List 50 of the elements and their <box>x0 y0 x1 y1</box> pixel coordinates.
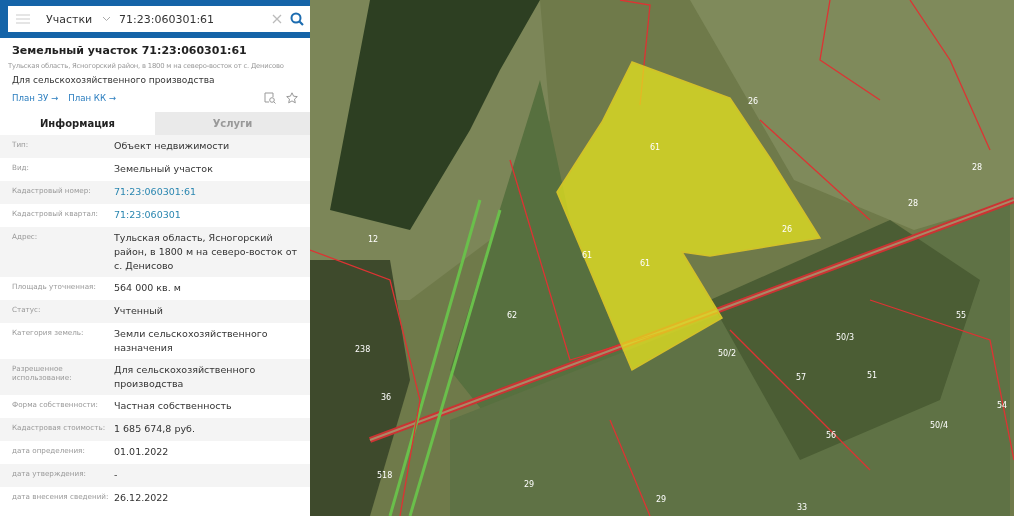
parcel-number-label: 54 <box>997 401 1008 410</box>
parcel-title: Земельный участок 71:23:060301:61 <box>12 44 248 57</box>
parcel-number-label: 28 <box>908 199 919 208</box>
field-value: Тульская область, Ясногорский район, в 1800 м на северо-восток от с. Денисово <box>114 231 298 273</box>
parcel-number-label: 61 <box>650 143 661 152</box>
parcel-number-label: 61 <box>640 259 651 268</box>
parcel-number-label: 62 <box>507 311 518 320</box>
parcel-number-label: 57 <box>796 373 807 382</box>
parcel-number-label: 238 <box>355 345 371 354</box>
selected-parcel[interactable] <box>556 61 822 372</box>
parcel-number-label: 50/4 <box>930 421 948 430</box>
field-value: Объект недвижимости <box>114 139 231 153</box>
field-value-link[interactable]: 71:23:060301:61 <box>114 185 299 199</box>
plan-link[interactable]: План ЗУ → <box>12 93 59 103</box>
parcel-number-label: 56 <box>826 431 837 440</box>
field-value: Частная собственность <box>114 399 233 413</box>
field-value: 1 685 674,8 руб. <box>114 422 196 436</box>
parcel-number-label: 55 <box>956 311 967 320</box>
field-value: 01.01.2022 <box>114 445 170 459</box>
parcel-number-label: 50/3 <box>836 333 854 342</box>
search-field[interactable]: Участки 71:23:060301:61 <box>8 6 312 32</box>
field-value: Земли сельскохозяйственного назначения <box>114 327 269 355</box>
parcel-number-label: 50/2 <box>718 349 736 358</box>
parcel-number-label: 36 <box>381 393 392 402</box>
parcel-number-label: 29 <box>656 495 667 504</box>
plan-link[interactable]: План КК → <box>68 93 116 103</box>
close-icon[interactable] <box>272 14 282 24</box>
field-value: - <box>114 468 119 482</box>
parcel-number-label: 33 <box>797 503 808 512</box>
parcel-purpose: Для сельскохозяйственного производства <box>12 75 216 85</box>
layer-dropdown[interactable]: Участки <box>46 12 94 26</box>
parcel-number-label: 26 <box>782 225 793 234</box>
parcel-number-label: 28 <box>972 163 983 172</box>
field-value: 26.12.2022 <box>114 491 170 505</box>
parcel-number-label: 51 <box>867 371 878 380</box>
parcel-number-label: 518 <box>377 471 393 480</box>
star-icon[interactable] <box>286 92 298 104</box>
parcel-number-label: 61 <box>582 251 593 260</box>
parcel-number-label: 12 <box>368 235 379 244</box>
parcel-number-label: 26 <box>748 97 759 106</box>
field-value: Земельный участок <box>114 162 214 176</box>
field-value-link[interactable]: 71:23:060301 <box>114 208 299 222</box>
field-value: Для сельскохозяйственного производства <box>114 363 257 391</box>
document-search-icon[interactable] <box>264 92 276 104</box>
search-icon[interactable] <box>290 12 304 26</box>
menu-icon[interactable] <box>16 14 30 24</box>
chevron-down-icon[interactable] <box>102 16 111 22</box>
parcel-number-label: 29 <box>524 480 535 489</box>
field-value: 564 000 кв. м <box>114 281 182 295</box>
field-value: Учтенный <box>114 304 164 318</box>
